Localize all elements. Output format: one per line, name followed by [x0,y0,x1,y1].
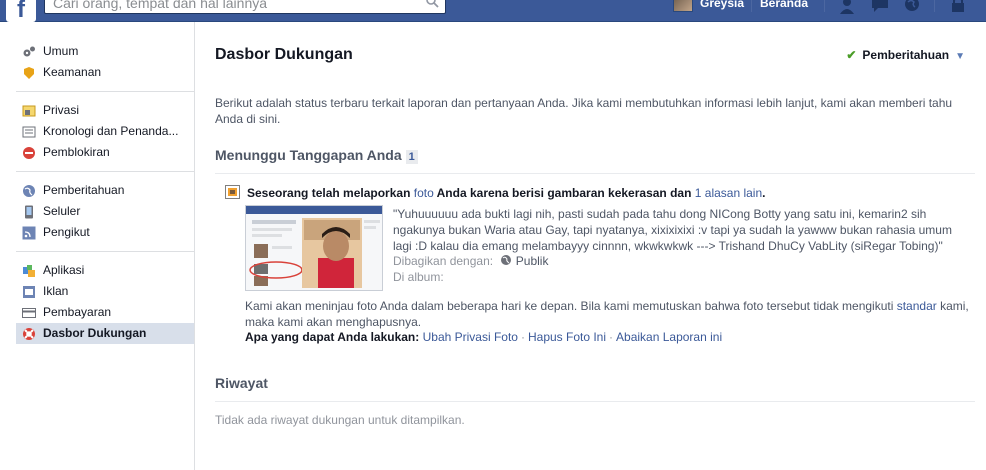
history-heading: Riwayat [215,375,268,391]
ads-icon [23,286,35,298]
search-box[interactable] [44,0,446,14]
sidebar-item-pengikut[interactable]: Pengikut [16,222,194,243]
separator-dot: · [520,330,525,344]
rss-icon [22,226,36,240]
badge-icon [24,67,34,79]
community-standards-link[interactable]: standar [897,299,937,313]
sidebar-item-label: Privasi [43,103,80,117]
block-icon [23,147,35,159]
sidebar-item-label: Keamanan [43,65,102,79]
review-notice: Kami akan meninjau foto Anda dalam beber… [245,298,975,330]
separator-dot: · [609,330,614,344]
checkmark-icon: ✔ [846,48,857,62]
other-reasons-link[interactable]: 1 alasan lain [695,186,762,200]
app-icon [23,265,35,277]
notifications-toggle-button[interactable]: ✔ Pemberitahuan ▼ [846,48,965,62]
sidebar-item-umum[interactable]: Umum [16,41,194,62]
pending-heading: Menunggu Tanggapan Anda 1 [215,147,418,164]
shared-with: Dibagikan dengan: Publik [393,254,548,268]
sidebar-item-pemberitahuan[interactable]: Pemberitahuan [16,180,194,201]
audience-value: Publik [515,254,549,268]
sidebar-item-label: Dasbor Dukungan [43,326,147,340]
sidebar-item-dasbor-dukungan[interactable]: Dasbor Dukungan [16,323,194,344]
photo-link[interactable]: foto [414,186,434,200]
sidebar-group: Aplikasi Iklan Pembayaran Dasbor Dukunga… [16,260,194,352]
globe-icon [23,185,35,197]
friend-requests-icon[interactable] [838,0,858,14]
lock-icon [22,105,36,117]
nav-divider [824,0,825,12]
ignore-report-link[interactable]: Abaikan Laporan ini [616,330,722,344]
report-title-text: . [762,186,766,200]
sidebar-item-label: Umum [43,44,79,58]
sidebar-item-label: Kronologi dan Penanda... [43,124,179,138]
profile-link[interactable]: Greysia [700,0,744,10]
photo-report-icon [225,185,240,199]
sidebar-item-label: Aplikasi [43,263,85,277]
gears-icon [23,46,35,57]
intro-text: Berikut adalah status terbaru terkait la… [215,96,953,126]
sidebar-item-label: Pemberitahuan [43,183,125,197]
sidebar-item-seluler[interactable]: Seluler [16,201,194,222]
sidebar-item-pembayaran[interactable]: Pembayaran [16,302,194,323]
public-globe-icon [501,255,512,265]
top-bar: f Greysia Beranda [0,0,986,23]
delete-photo-link[interactable]: Hapus Foto Ini [528,330,606,344]
notifications-globe-icon[interactable] [902,0,922,14]
album-label: Di album: [393,270,444,284]
search-input[interactable] [45,0,415,13]
notifications-toggle-label: Pemberitahuan [862,48,950,62]
phone-icon [25,205,33,219]
sidebar-group: Pemberitahuan Seluler Pengikut [16,180,194,252]
messages-icon[interactable] [870,0,890,14]
reported-photo-thumbnail[interactable] [245,205,383,291]
actions-label: Apa yang dapat Anda lakukan: [245,330,420,344]
chevron-down-icon: ▼ [955,51,965,62]
pending-heading-label: Menunggu Tanggapan Anda [215,147,402,163]
photo-thumbnail-image [246,206,382,290]
sidebar-group: Umum Keamanan [16,22,194,92]
report-title-text: Anda karena berisi gambaran kekerasan da… [433,186,695,200]
sidebar-item-label: Pembayaran [43,305,112,319]
card-icon [22,308,36,318]
sidebar-group: Privasi Kronologi dan Penanda... Pemblok… [16,100,194,172]
sidebar-item-label: Iklan [43,284,69,298]
report-title: Seseorang telah melaporkan foto Anda kar… [247,186,766,200]
report-title-text: Seseorang telah melaporkan [247,186,414,200]
photo-caption: "Yuhuuuuuu ada bukti lagi nih, pasti sud… [393,207,952,253]
divider [215,401,975,402]
change-photo-privacy-link[interactable]: Ubah Privasi Foto [423,330,518,344]
nav-divider [934,0,935,12]
timeline-icon [22,126,36,138]
sidebar-item-kronologi[interactable]: Kronologi dan Penanda... [16,121,194,142]
avatar[interactable] [673,0,693,12]
sidebar-item-label: Pengikut [43,225,90,239]
sidebar-item-pemblokiran[interactable]: Pemblokiran [16,142,194,163]
shared-with-label: Dibagikan dengan: [393,254,494,268]
settings-lock-icon[interactable] [948,0,968,14]
page-title: Dasbor Dukungan [215,46,353,63]
search-icon[interactable] [425,0,439,8]
nav-divider [751,0,752,12]
home-link[interactable]: Beranda [760,0,808,10]
sidebar-item-label: Seluler [43,204,81,218]
empty-history-message: Tidak ada riwayat dukungan untuk ditampi… [215,413,465,427]
sidebar-item-iklan[interactable]: Iklan [16,281,194,302]
sidebar-item-aplikasi[interactable]: Aplikasi [16,260,194,281]
facebook-logo[interactable]: f [6,0,36,23]
sidebar-item-label: Pemblokiran [43,145,110,159]
count-badge: 1 [405,150,418,164]
lifebuoy-icon [23,328,35,340]
report-actions: Apa yang dapat Anda lakukan: Ubah Privas… [245,330,722,344]
sidebar-item-keamanan[interactable]: Keamanan [16,62,194,83]
settings-sidebar: Umum Keamanan Privasi Kronologi dan Pena… [0,22,195,470]
review-text: Kami akan meninjau foto Anda dalam beber… [245,299,897,313]
sidebar-item-privasi[interactable]: Privasi [16,100,194,121]
divider [215,173,975,174]
